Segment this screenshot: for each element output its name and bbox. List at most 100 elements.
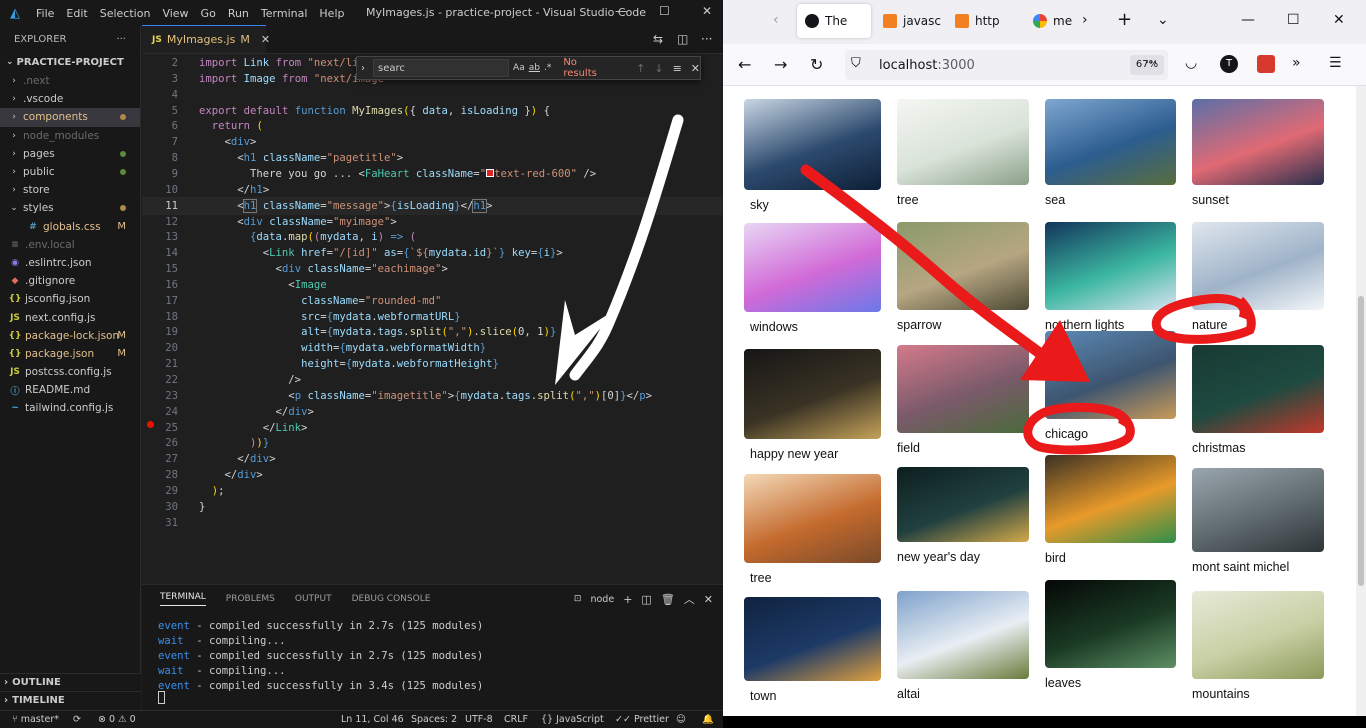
- cursor-position[interactable]: Ln 11, Col 46: [341, 714, 404, 725]
- sync-icon[interactable]: ⟳: [73, 714, 81, 725]
- code-line[interactable]: 29 );: [142, 483, 723, 499]
- more-actions-icon[interactable]: ···: [701, 32, 712, 46]
- menu-selection[interactable]: Selection: [94, 7, 157, 20]
- code-line[interactable]: 27 </div>: [142, 451, 723, 467]
- pocket-icon[interactable]: ◡: [1185, 55, 1197, 71]
- code-line[interactable]: 4: [142, 87, 723, 103]
- compare-changes-icon[interactable]: ⇆: [653, 32, 663, 46]
- find-input[interactable]: [373, 59, 510, 77]
- tree-item-jsconfig-json[interactable]: {} jsconfig.json: [0, 290, 140, 308]
- code-line[interactable]: 12 <div className="myimage">: [142, 214, 723, 230]
- branch-indicator[interactable]: ⑂ master*: [12, 714, 59, 725]
- chevron-right-icon[interactable]: ›: [361, 63, 365, 74]
- trash-icon[interactable]: 🗑: [661, 593, 675, 606]
- code-line[interactable]: 24 </div>: [142, 404, 723, 420]
- code-line[interactable]: 8 <h1 className="pagetitle">: [142, 150, 723, 166]
- arrow-up-icon[interactable]: ↑: [636, 62, 645, 75]
- split-terminal-icon[interactable]: ◫: [641, 593, 651, 606]
- gallery-item[interactable]: town: [744, 597, 881, 705]
- tab-active[interactable]: The: [797, 4, 871, 38]
- gallery-item[interactable]: happy new year: [744, 349, 881, 463]
- code-line[interactable]: 19 alt={mydata.tags.split(",").slice(0, …: [142, 324, 723, 340]
- tree-item-package-lock-json[interactable]: {} package-lock.json M: [0, 327, 140, 345]
- tab-me[interactable]: me: [1033, 4, 1072, 38]
- chevron-left-icon[interactable]: ‹: [773, 12, 779, 28]
- code-line[interactable]: 5 export default function MyImages({ data…: [142, 103, 723, 119]
- account-avatar[interactable]: T: [1220, 55, 1238, 73]
- menu-edit[interactable]: Edit: [60, 7, 93, 20]
- extension-icon[interactable]: [1257, 55, 1275, 73]
- gallery-image[interactable]: [744, 474, 881, 563]
- code-line[interactable]: 30}: [142, 499, 723, 515]
- project-root[interactable]: ⌄ PRACTICE-PROJECT: [0, 52, 140, 72]
- menu-terminal[interactable]: Terminal: [255, 7, 314, 20]
- code-line[interactable]: 16 <Image: [142, 277, 723, 293]
- gallery-image[interactable]: [744, 223, 881, 312]
- gallery-item[interactable]: windows: [744, 223, 881, 336]
- new-terminal-icon[interactable]: +: [623, 593, 632, 606]
- tree-item-pages[interactable]: › pages: [0, 145, 140, 163]
- more-page-actions-icon[interactable]: ···: [1145, 56, 1157, 71]
- gallery-item[interactable]: christmas: [1192, 345, 1324, 457]
- gallery-image[interactable]: [744, 349, 881, 439]
- gallery-image[interactable]: [897, 591, 1029, 679]
- gallery-item[interactable]: sparrow: [897, 222, 1029, 334]
- close-icon[interactable]: ✕: [1333, 12, 1345, 28]
- gallery-image[interactable]: [1192, 345, 1324, 433]
- gallery-image[interactable]: [1192, 99, 1324, 185]
- gallery-image[interactable]: [1045, 99, 1176, 185]
- menu-go[interactable]: Go: [195, 7, 222, 20]
- indentation[interactable]: Spaces: 2: [411, 714, 457, 725]
- gallery-item[interactable]: sky: [744, 99, 881, 214]
- code-line[interactable]: 11 <h1 className="message">{isLoading}</…: [142, 196, 723, 215]
- timeline-section[interactable]: › TIMELINE: [0, 691, 141, 709]
- tree-item-node-modules[interactable]: › node_modules: [0, 127, 140, 145]
- problems-indicator[interactable]: ⊗ 0 ⚠ 0: [98, 714, 136, 725]
- gallery-item[interactable]: leaves: [1045, 580, 1176, 692]
- line-ending[interactable]: CRLF: [504, 714, 528, 725]
- gallery-item[interactable]: tree: [897, 99, 1029, 209]
- gallery-image[interactable]: [1192, 468, 1324, 552]
- hamburger-menu-icon[interactable]: ☰: [1329, 55, 1342, 71]
- code-line[interactable]: 20 width={mydata.webformatWidth}: [142, 340, 723, 356]
- code-line[interactable]: 14 <Link href="/[id]" as={`${mydata.id}`…: [142, 245, 723, 261]
- close-tab-icon[interactable]: ✕: [261, 33, 270, 46]
- gallery-image[interactable]: [744, 597, 881, 681]
- code-line[interactable]: 28 </div>: [142, 467, 723, 483]
- prettier-status[interactable]: ✓✓ Prettier: [615, 714, 669, 725]
- code-line[interactable]: 13 {data.map((mydata, i) => (: [142, 229, 723, 245]
- code-line[interactable]: 31: [142, 515, 723, 531]
- code-line[interactable]: 22 />: [142, 372, 723, 388]
- gallery-image[interactable]: [897, 467, 1029, 542]
- code-line[interactable]: 15 <div className="eachimage">: [142, 261, 723, 277]
- gallery-image[interactable]: [744, 99, 881, 190]
- code-line[interactable]: 10 </h1>: [142, 182, 723, 198]
- panel-tab-debug-console[interactable]: DEBUG CONSOLE: [352, 594, 431, 604]
- code-line[interactable]: 25 </Link>: [142, 420, 723, 436]
- gallery-item[interactable]: chicago: [1045, 331, 1176, 443]
- tree-item-postcss-config-js[interactable]: JS postcss.config.js: [0, 363, 140, 381]
- list-tabs-icon[interactable]: ⌄: [1157, 12, 1169, 28]
- gallery-image[interactable]: [1192, 591, 1324, 679]
- gallery-item[interactable]: altai: [897, 591, 1029, 703]
- panel-tab-problems[interactable]: PROBLEMS: [226, 594, 275, 604]
- close-icon[interactable]: ✕: [702, 4, 712, 18]
- split-editor-icon[interactable]: ◫: [677, 32, 688, 46]
- code-line[interactable]: 17 className="rounded-md": [142, 293, 723, 309]
- shell-label[interactable]: node: [590, 594, 614, 605]
- outline-section[interactable]: › OUTLINE: [0, 673, 141, 691]
- menu-file[interactable]: File: [30, 7, 60, 20]
- gallery-item[interactable]: new year's day: [897, 467, 1029, 566]
- regex-toggle[interactable]: .*: [544, 63, 551, 73]
- gallery-item[interactable]: tree: [744, 474, 881, 587]
- minimize-icon[interactable]: —: [1241, 12, 1255, 28]
- gallery-image[interactable]: [1045, 455, 1176, 543]
- gallery-item[interactable]: sea: [1045, 99, 1176, 209]
- code-line[interactable]: 7 <div>: [142, 134, 723, 150]
- gallery-item[interactable]: sunset: [1192, 99, 1324, 209]
- new-tab-icon[interactable]: +: [1117, 9, 1132, 30]
- tree-item-styles[interactable]: ⌄ styles: [0, 199, 140, 217]
- scrollbar-thumb[interactable]: [1358, 296, 1364, 586]
- bell-icon[interactable]: 🔔: [702, 714, 714, 725]
- shield-icon[interactable]: ⛉: [851, 56, 861, 71]
